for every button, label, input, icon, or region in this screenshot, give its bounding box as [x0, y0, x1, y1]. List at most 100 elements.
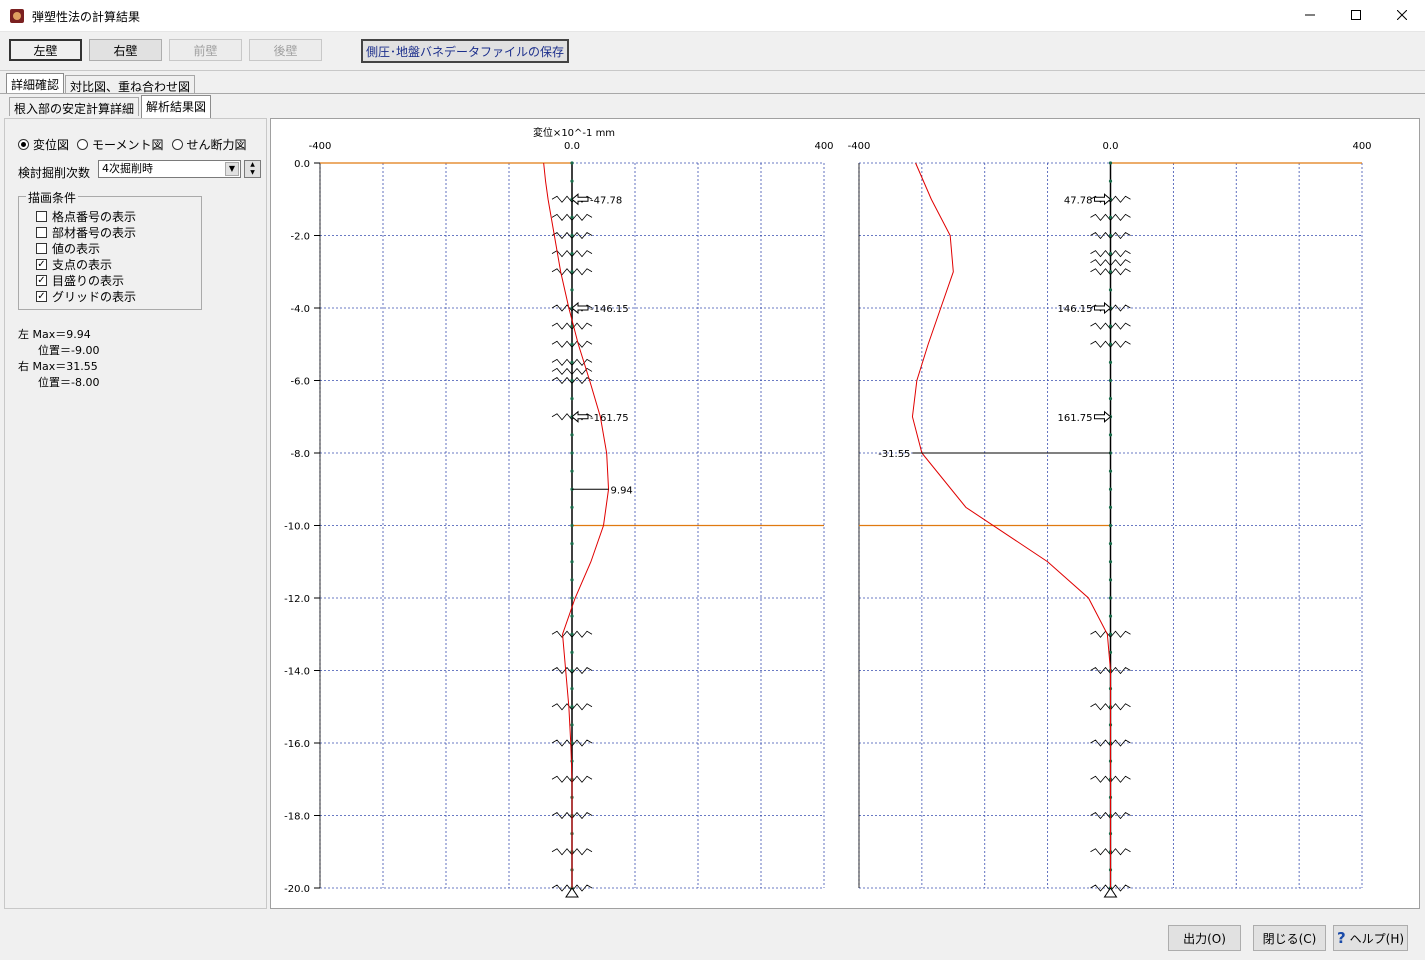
strut-load-label: -161.75: [590, 413, 629, 424]
tab-embedment-stability[interactable]: 根入部の安定計算詳細: [9, 97, 140, 116]
checkbox-unchecked-icon[interactable]: [36, 227, 47, 238]
option-checkbox-row[interactable]: ✓ 目盛りの表示: [36, 272, 124, 289]
option-checkbox-row[interactable]: ✓ 支点の表示: [36, 256, 112, 273]
y-tick-label: -8.0: [290, 449, 310, 460]
spin-down-icon[interactable]: ▼: [245, 169, 260, 177]
node-point: [1108, 397, 1113, 401]
radio-dot: [18, 139, 29, 150]
radio-dot: [171, 139, 183, 150]
y-tick-label: -18.0: [284, 812, 310, 823]
excavation-label: 検討掘削次数: [18, 166, 91, 180]
save-spring-data-button[interactable]: 側圧･地盤バネデータファイルの保存: [361, 39, 569, 63]
radio-shear[interactable]: せん断力図: [171, 136, 247, 153]
option-label: 格点番号の表示: [52, 210, 137, 224]
node-point: [570, 650, 574, 654]
node-point: [1108, 578, 1113, 582]
help-label: ヘルプ(H): [1349, 931, 1405, 946]
node-point: [1108, 360, 1113, 364]
option-checkbox-row[interactable]: ✓ グリッドの表示: [36, 288, 136, 305]
help-button[interactable]: ? ヘルプ(H): [1333, 925, 1408, 951]
left-wall-button[interactable]: 左壁: [9, 39, 82, 61]
node-point: [1108, 487, 1113, 491]
plot-area: 0.0 -2.0 -4.0 -6.0 -8.0 -10.0 -12.0 -14.0 -16.0 -…: [270, 118, 1420, 909]
option-label: 値の表示: [52, 242, 101, 256]
chart-title: 変位×10^-1 mm: [533, 126, 615, 139]
tab-analysis-result[interactable]: 解析結果図: [141, 95, 212, 118]
radio-label: 変位図: [33, 138, 70, 152]
support-triangle: [565, 887, 579, 898]
option-checkbox-row[interactable]: 格点番号の表示: [36, 208, 136, 225]
displacement-chart: 0.0 -2.0 -4.0 -6.0 -8.0 -10.0 -12.0 -14.0 -16.0 -…: [284, 126, 1372, 898]
close-button[interactable]: [1379, 0, 1425, 30]
checkbox-unchecked-icon[interactable]: [36, 211, 47, 222]
app-icon: [10, 9, 24, 23]
close-dialog-button[interactable]: 閉じる(C): [1253, 925, 1326, 951]
node-point: [570, 161, 574, 165]
maximize-icon: [1351, 10, 1361, 20]
right-max-value: 右 Max＝31.55: [18, 360, 98, 373]
excavation-select[interactable]: 4次掘削時 ▼: [98, 160, 241, 178]
minimize-icon: [1305, 14, 1315, 16]
node-point: [570, 687, 574, 691]
node-point: [1108, 542, 1113, 546]
strut-arrow: [571, 410, 589, 423]
option-checkbox-row[interactable]: 部材番号の表示: [36, 224, 136, 241]
output-button[interactable]: 出力(O): [1168, 925, 1241, 951]
node-point: [570, 523, 574, 528]
rear-wall-button[interactable]: 後壁: [249, 39, 322, 61]
strut-arrow: [571, 193, 589, 206]
y-tick-label: -10.0: [284, 522, 310, 533]
option-label: 目盛りの表示: [52, 274, 125, 288]
option-checkbox-row[interactable]: 値の表示: [36, 240, 100, 257]
toolbar-separator: [0, 70, 1425, 71]
node-point: [1108, 288, 1113, 292]
help-icon: ?: [1336, 929, 1346, 947]
minimize-button[interactable]: [1287, 0, 1333, 30]
node-point: [1108, 433, 1113, 437]
support-triangle: [1103, 887, 1118, 898]
close-icon: [1397, 10, 1407, 20]
node-point: [570, 542, 574, 546]
y-tick-label: -12.0: [284, 594, 310, 605]
strut-load-label: 161.75: [1058, 413, 1093, 424]
strut-load-label: -146.15: [590, 304, 629, 315]
excavation-spinner[interactable]: ▲ ▼: [244, 160, 261, 178]
tab-comparison[interactable]: 対比図、重ね合わせ図: [65, 75, 196, 94]
node-point: [570, 397, 574, 401]
checkbox-checked-icon[interactable]: ✓: [36, 259, 47, 270]
checkbox-unchecked-icon[interactable]: [36, 243, 47, 254]
draw-options-title: 描画条件: [26, 189, 79, 206]
tab-detail-check[interactable]: 詳細確認: [6, 73, 65, 93]
strut-load-label: 47.78: [1064, 195, 1093, 206]
option-label: グリッドの表示: [52, 290, 137, 304]
maximize-button[interactable]: [1333, 0, 1379, 30]
strut-arrow: [1094, 301, 1112, 315]
y-tick-label: 0.0: [294, 159, 310, 170]
strut-arrow: [571, 301, 589, 315]
checkbox-checked-icon[interactable]: ✓: [36, 291, 47, 302]
diagram-type-radio-group: 変位図 モーメント図 せん断力図: [18, 136, 247, 153]
y-tick-label: -16.0: [284, 739, 310, 750]
checkbox-checked-icon[interactable]: ✓: [36, 275, 47, 286]
chevron-down-icon[interactable]: ▼: [225, 162, 239, 176]
radio-moment[interactable]: モーメント図: [77, 136, 164, 153]
y-tick-label: -2.0: [290, 232, 310, 243]
y-tick-label: -14.0: [284, 667, 310, 678]
node-point: [570, 451, 574, 455]
right-max-position: 位置＝-8.00: [38, 376, 100, 389]
radio-displacement[interactable]: 変位図: [18, 136, 69, 153]
node-point: [570, 596, 574, 600]
node-point: [570, 179, 574, 183]
title-bar: 弾塑性法の計算結果: [0, 0, 1425, 32]
front-wall-button[interactable]: 前壁: [169, 39, 242, 61]
option-label: 部材番号の表示: [52, 226, 137, 240]
x-tick-label: 0.0: [1103, 141, 1119, 152]
excavation-value: 4次掘削時: [102, 162, 153, 175]
node-point: [570, 578, 574, 582]
node-point: [1108, 179, 1113, 183]
node-point: [570, 433, 574, 437]
spin-up-icon[interactable]: ▲: [245, 161, 260, 169]
right-wall-button[interactable]: 右壁: [89, 39, 162, 61]
node-point: [1108, 469, 1113, 473]
y-tick-label: -20.0: [284, 884, 310, 895]
